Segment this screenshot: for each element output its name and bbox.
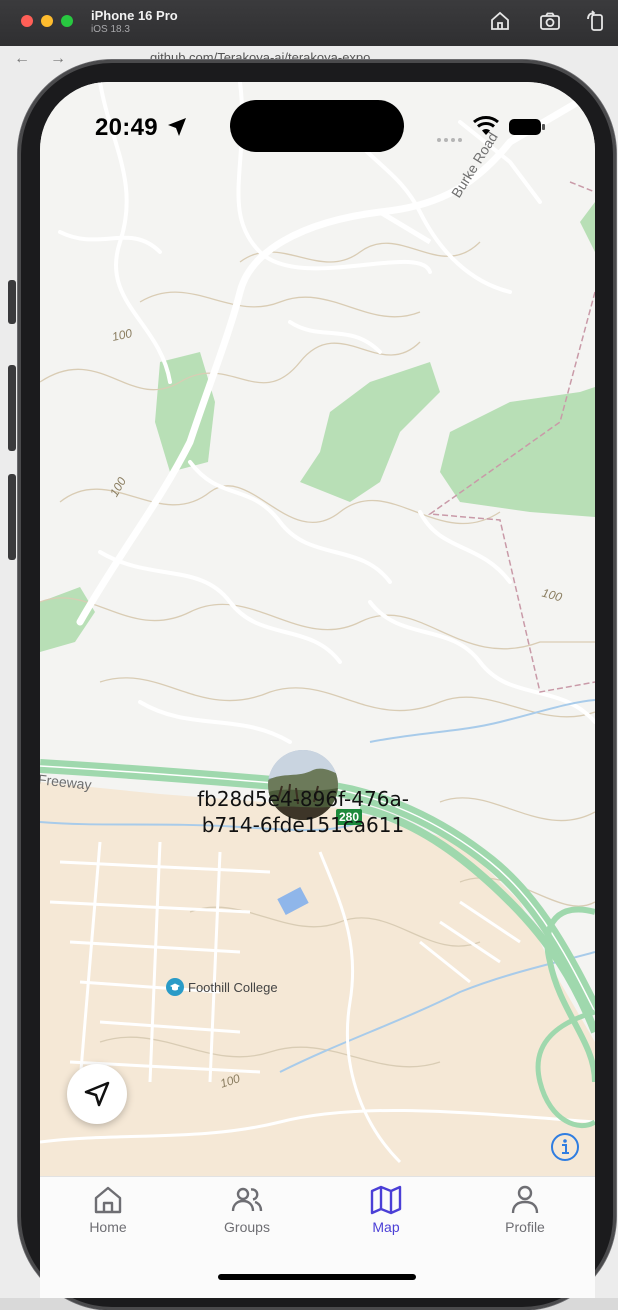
location-arrow-icon: [84, 1081, 110, 1107]
volume-down-button: [8, 474, 16, 560]
tab-home[interactable]: Home: [58, 1183, 158, 1253]
browser-forward-icon: →: [50, 50, 66, 67]
location-services-icon: [166, 116, 188, 138]
device-name: iPhone 16 Pro: [91, 8, 178, 23]
map-canvas[interactable]: [40, 82, 595, 1298]
profile-icon: [511, 1185, 539, 1214]
groups-icon: [231, 1187, 263, 1212]
tab-label: Groups: [224, 1219, 270, 1235]
volume-up-button: [8, 365, 16, 451]
tab-groups[interactable]: Groups: [197, 1183, 297, 1253]
screenshot-icon[interactable]: [538, 9, 562, 33]
wifi-icon: [473, 115, 499, 137]
map-icon: [370, 1185, 402, 1215]
map-info-button[interactable]: [550, 1132, 580, 1162]
graduation-cap-icon: [166, 978, 184, 996]
zoom-window-button[interactable]: [61, 15, 73, 27]
phone-screen: Burke Road Freeway 100 100 100 100 280 F…: [40, 82, 595, 1298]
home-simulator-icon[interactable]: [488, 9, 512, 33]
tab-label: Home: [89, 1219, 127, 1235]
status-time: 20:49: [95, 114, 158, 141]
action-button: [8, 280, 16, 324]
os-version: iOS 18.3: [91, 24, 130, 35]
tab-label: Profile: [505, 1219, 545, 1235]
close-window-button[interactable]: [21, 15, 33, 27]
simulator-titlebar: iPhone 16 Pro iOS 18.3: [0, 0, 618, 47]
info-icon: [551, 1133, 579, 1161]
rotate-icon[interactable]: [584, 9, 608, 33]
tab-label: Map: [372, 1219, 400, 1235]
poi-foothill-college[interactable]: Foothill College: [166, 978, 278, 996]
tab-profile[interactable]: Profile: [475, 1183, 575, 1253]
battery-icon: [508, 118, 546, 136]
poi-label: Foothill College: [188, 979, 278, 995]
marker-label: fb28d5e4-896f-476a-b714-6fde151ca611: [197, 787, 409, 837]
recenter-location-button[interactable]: [67, 1064, 127, 1124]
tab-map[interactable]: Map: [336, 1183, 436, 1253]
home-indicator[interactable]: [218, 1274, 416, 1280]
home-icon: [94, 1186, 122, 1214]
cellular-signal-icon: [436, 130, 464, 148]
minimize-window-button[interactable]: [41, 15, 53, 27]
dynamic-island: [230, 100, 404, 152]
browser-back-icon: ←: [14, 50, 30, 67]
